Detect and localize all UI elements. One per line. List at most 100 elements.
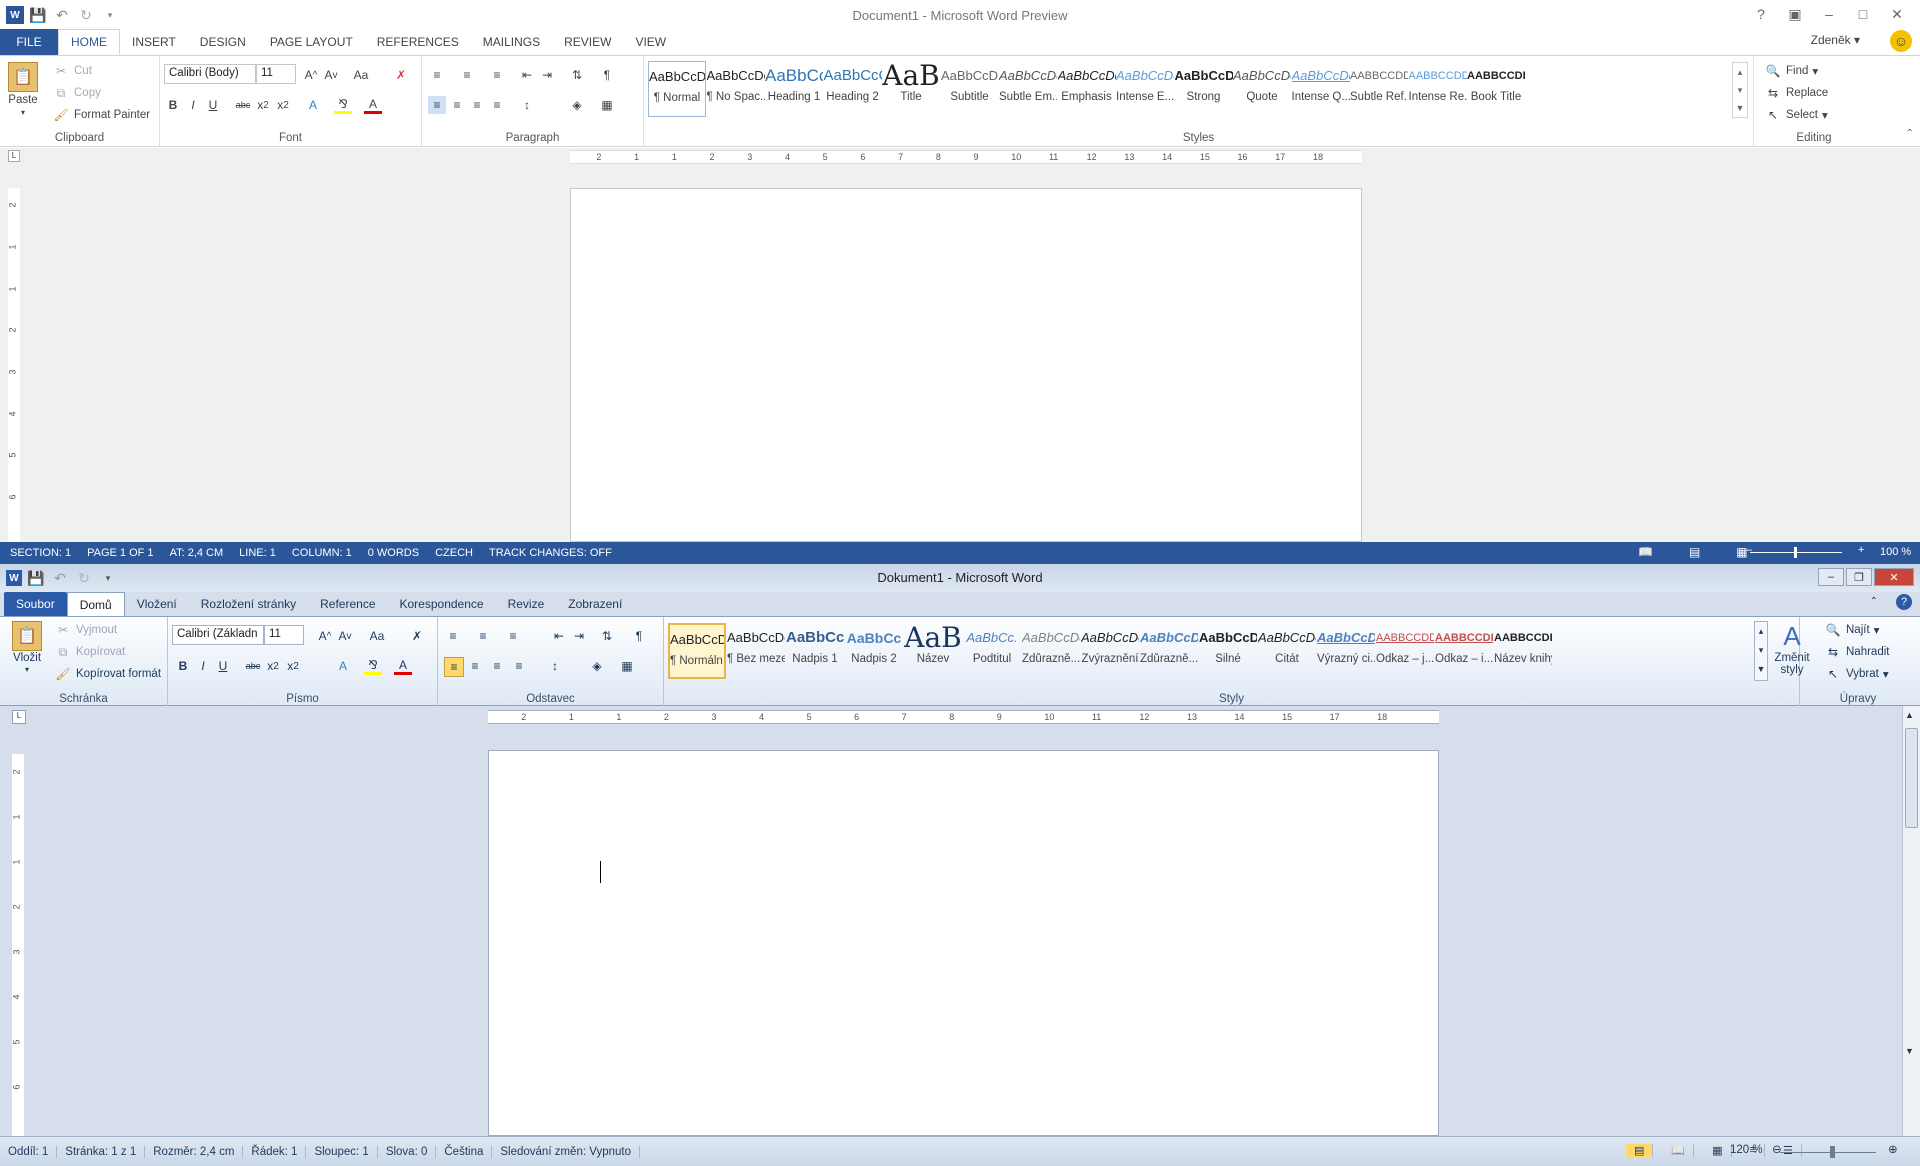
underline-button[interactable]: U	[204, 96, 222, 114]
full-screen-reading-icon[interactable]: 📖	[1663, 1144, 1695, 1157]
minimize-ribbon-icon[interactable]: ⌃	[1870, 596, 1878, 607]
tab-zobrazeni[interactable]: Zobrazení	[556, 592, 634, 616]
multilevel-list-button[interactable]: ≡	[488, 66, 506, 84]
font-name-box[interactable]: Calibri (Body)	[164, 64, 256, 84]
tab-references[interactable]: REFERENCES	[365, 29, 471, 55]
horizontal-ruler[interactable]: 2 1 1 2 3 4 5 6 7 8 9 10 11 12 13 14 15 16 17 18	[570, 150, 1362, 164]
multilevel-list-button-2010[interactable]: ≡	[504, 627, 522, 645]
underline-button-2010[interactable]: U	[214, 657, 232, 675]
font-size-box-2010[interactable]: 11	[264, 625, 304, 645]
status-track-changes-2010[interactable]: Sledování změn: Vypnuto	[492, 1145, 641, 1158]
tab-korespondence[interactable]: Korespondence	[388, 592, 496, 616]
style-item[interactable]: AaB Title	[882, 61, 940, 117]
maximize-button[interactable]: □	[1846, 2, 1880, 26]
style-item[interactable]: AaBbCcDc ¶ Normal	[648, 61, 706, 117]
style-item[interactable]: AABBCCDD Subtle Ref...	[1350, 61, 1408, 117]
style-item[interactable]: AABBCCDD Intense Re...	[1409, 61, 1467, 117]
status-section[interactable]: SECTION: 1	[10, 547, 71, 559]
styles-scroll[interactable]: ▴ ▾ ▼	[1732, 62, 1748, 118]
style-item[interactable]: AaBbCcDc Výrazný ci...	[1317, 623, 1375, 679]
status-page-2010[interactable]: Stránka: 1 z 1	[57, 1145, 146, 1158]
tab-home[interactable]: HOME	[58, 29, 120, 55]
style-item[interactable]: AaBbCcDc Citát	[1258, 623, 1316, 679]
paste-button-2010[interactable]: 📋 Vložit ▾	[12, 621, 42, 674]
font-name-box-2010[interactable]: Calibri (Základn	[172, 625, 264, 645]
status-size-2010[interactable]: Rozměr: 2,4 cm	[145, 1145, 244, 1158]
style-item[interactable]: AaBbCcDc ¶ No Spac...	[707, 61, 765, 117]
clear-formatting-button-2010[interactable]: ✗	[408, 627, 426, 645]
scroll-thumb[interactable]	[1905, 728, 1918, 828]
bullets-button-2010[interactable]: ≡	[444, 627, 462, 645]
sort-button-2010[interactable]: ⇅	[598, 627, 616, 645]
status-words[interactable]: 0 WORDS	[368, 547, 419, 559]
style-item[interactable]: AaBbCcDc Strong	[1175, 61, 1233, 117]
line-spacing-button[interactable]: ↕	[518, 96, 536, 114]
vertical-ruler[interactable]: 2 1 1 2 3 4 5 6	[8, 188, 20, 542]
document-page-2010[interactable]	[488, 750, 1439, 1136]
italic-button-2010[interactable]: I	[194, 657, 212, 675]
copy-button-2010[interactable]: ⧉ Kopírovat	[54, 643, 126, 661]
style-item[interactable]: AaB Název	[904, 623, 962, 679]
strikethrough-button[interactable]: abc	[234, 96, 252, 114]
status-section-2010[interactable]: Oddíl: 1	[0, 1145, 58, 1158]
tab-page-layout[interactable]: PAGE LAYOUT	[258, 29, 365, 55]
status-column[interactable]: COLUMN: 1	[292, 547, 352, 559]
find-button-2010[interactable]: 🔍 Najít ▾	[1824, 621, 1880, 639]
help-icon[interactable]: ?	[1744, 2, 1778, 26]
subscript-button-2010[interactable]: x2	[264, 657, 282, 675]
format-painter-button-2010[interactable]: 🖌 Kopírovat formát	[54, 665, 161, 683]
print-layout-icon[interactable]: ▤	[1689, 545, 1700, 559]
style-item[interactable]: AABBCCDD Odkaz – j...	[1376, 623, 1434, 679]
style-item[interactable]: AaBbCcDc Quote	[1233, 61, 1291, 117]
font-size-box[interactable]: 11	[256, 64, 296, 84]
align-right-button-2010[interactable]: ≡	[488, 657, 506, 675]
minimize-button[interactable]: –	[1818, 568, 1844, 586]
strikethrough-button-2010[interactable]: abc	[244, 657, 262, 675]
font-color-button-2010[interactable]: A	[394, 657, 412, 675]
style-item[interactable]: AaBbCcDc Emphasis	[1058, 61, 1116, 117]
text-effects-button-2010[interactable]: A	[334, 657, 352, 675]
tab-selector[interactable]: L	[8, 150, 20, 162]
paste-button[interactable]: 📋 Paste ▾	[8, 62, 38, 117]
tab-review[interactable]: REVIEW	[552, 29, 623, 55]
styles-scroll-2010[interactable]: ▴ ▾ ▼	[1754, 621, 1768, 681]
borders-button-2010[interactable]: ▦	[618, 657, 636, 675]
justify-button[interactable]: ≡	[488, 96, 506, 114]
grow-font-button[interactable]: A ^	[302, 66, 320, 84]
tab-rozlozeni-stranky[interactable]: Rozložení stránky	[189, 592, 308, 616]
style-item[interactable]: AABBCCDD Název knihy	[1494, 623, 1552, 679]
style-item[interactable]: AaBbCcDc Zvýraznění	[1081, 623, 1139, 679]
tab-revize[interactable]: Revize	[496, 592, 557, 616]
style-item[interactable]: AaBbCc Heading 1	[765, 61, 823, 117]
increase-indent-button-2010[interactable]: ⇥	[570, 627, 588, 645]
status-column-2010[interactable]: Sloupec: 1	[306, 1145, 378, 1158]
zoom-out-icon[interactable]: –	[1746, 544, 1752, 556]
bullets-button[interactable]: ≡	[428, 66, 446, 84]
style-item[interactable]: AaBbCcDc Zdůrazně...	[1022, 623, 1080, 679]
style-item[interactable]: AABBCCDD Odkaz – i...	[1435, 623, 1493, 679]
superscript-button[interactable]: x2	[274, 96, 292, 114]
sort-button[interactable]: ⇅	[568, 66, 586, 84]
find-button[interactable]: 🔍 Find ▾	[1764, 62, 1819, 80]
style-item[interactable]: AaBbCc. Podtitul	[963, 623, 1021, 679]
clear-formatting-button[interactable]: ✗	[392, 66, 410, 84]
bold-button[interactable]: B	[164, 96, 182, 114]
cut-button[interactable]: ✂ Cut	[52, 62, 92, 80]
justify-button-2010[interactable]: ≡	[510, 657, 528, 675]
vertical-scrollbar[interactable]: ▲ ▼	[1902, 706, 1920, 1136]
style-item[interactable]: AaBbCcC Heading 2	[824, 61, 882, 117]
status-language-2010[interactable]: Čeština	[436, 1145, 493, 1158]
tab-insert[interactable]: INSERT	[120, 29, 188, 55]
status-words-2010[interactable]: Slova: 0	[378, 1145, 437, 1158]
shading-button[interactable]: ◈	[568, 96, 586, 114]
print-layout-icon[interactable]: ▤	[1626, 1144, 1654, 1157]
copy-button[interactable]: ⧉ Copy	[52, 84, 101, 102]
close-button[interactable]: ✕	[1874, 568, 1914, 586]
subscript-button[interactable]: x2	[254, 96, 272, 114]
status-page[interactable]: PAGE 1 OF 1	[87, 547, 153, 559]
highlight-button[interactable]: ⅋	[334, 96, 352, 114]
show-marks-button[interactable]: ¶	[598, 66, 616, 84]
shading-button-2010[interactable]: ◈	[588, 657, 606, 675]
style-item[interactable]: AaBbCcDc Zdůrazně...	[1140, 623, 1198, 679]
text-effects-button[interactable]: A	[304, 96, 322, 114]
